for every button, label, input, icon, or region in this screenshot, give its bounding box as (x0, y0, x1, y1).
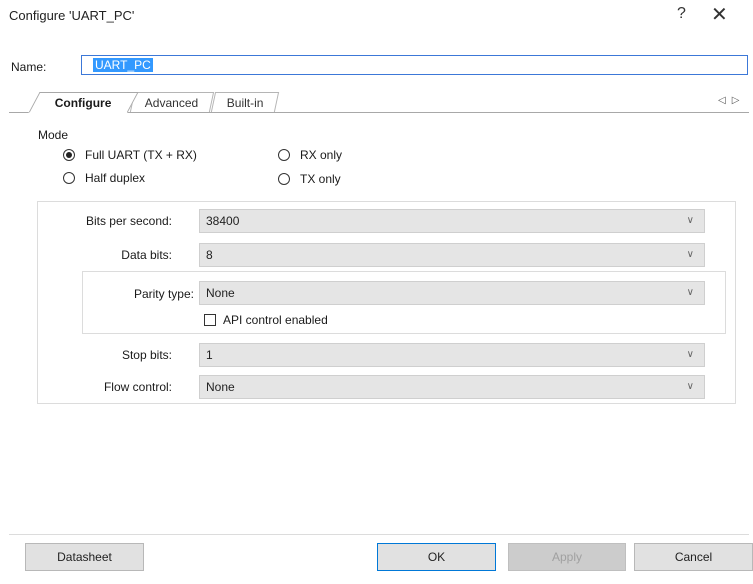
chevron-down-icon: ∨ (686, 381, 694, 392)
radio-half-duplex[interactable] (63, 172, 75, 184)
bits-per-second-select[interactable]: 38400 ∨ (199, 209, 705, 233)
api-control-checkbox[interactable] (204, 314, 216, 326)
radio-rx-only-label[interactable]: RX only (300, 148, 342, 162)
ok-button[interactable]: OK (377, 543, 496, 571)
chevron-down-icon: ∨ (686, 249, 694, 260)
parity-type-select[interactable]: None ∨ (199, 281, 705, 305)
footer-divider (9, 534, 749, 535)
name-input[interactable]: UART_PC (81, 55, 748, 75)
close-icon[interactable]: ✕ (711, 2, 728, 27)
parity-type-value: None (206, 286, 235, 300)
radio-tx-only-label[interactable]: TX only (300, 172, 341, 186)
flow-control-value: None (206, 380, 235, 394)
chevron-down-icon: ∨ (686, 215, 694, 226)
stop-bits-select[interactable]: 1 ∨ (199, 343, 705, 367)
cancel-button[interactable]: Cancel (634, 543, 753, 571)
radio-half-duplex-label[interactable]: Half duplex (85, 171, 145, 185)
apply-button[interactable]: Apply (508, 543, 626, 571)
radio-full-uart-label[interactable]: Full UART (TX + RX) (85, 148, 197, 162)
stop-bits-value: 1 (206, 348, 213, 362)
name-label: Name: (11, 60, 47, 74)
name-input-value: UART_PC (93, 58, 153, 72)
mode-group-label: Mode (38, 128, 69, 142)
tab-configure[interactable]: Configure (28, 92, 139, 113)
radio-tx-only[interactable] (278, 173, 290, 185)
radio-full-uart[interactable] (63, 149, 75, 161)
tab-advanced[interactable]: Advanced (129, 92, 215, 112)
data-bits-label: Data bits: (121, 248, 172, 262)
tab-built-in[interactable]: Built-in (210, 92, 280, 112)
flow-control-label: Flow control: (103, 380, 172, 394)
help-icon[interactable]: ? (677, 5, 686, 23)
datasheet-button[interactable]: Datasheet (25, 543, 144, 571)
tab-advanced-label: Advanced (145, 96, 199, 110)
flow-control-select[interactable]: None ∨ (199, 375, 705, 399)
parity-type-label: Parity type: (133, 287, 194, 301)
api-control-label[interactable]: API control enabled (223, 313, 328, 327)
tab-scroll-arrows-icon[interactable]: ◁▷ (718, 95, 745, 106)
chevron-down-icon: ∨ (686, 349, 694, 360)
tab-configure-label: Configure (54, 96, 112, 110)
data-bits-value: 8 (206, 248, 213, 262)
window-title: Configure 'UART_PC' (9, 8, 135, 23)
chevron-down-icon: ∨ (686, 287, 694, 298)
stop-bits-label: Stop bits: (121, 348, 172, 362)
tab-built-in-label: Built-in (226, 96, 264, 110)
bits-per-second-label: Bits per second: (85, 214, 172, 228)
bits-per-second-value: 38400 (206, 214, 240, 228)
data-bits-select[interactable]: 8 ∨ (199, 243, 705, 267)
radio-rx-only[interactable] (278, 149, 290, 161)
